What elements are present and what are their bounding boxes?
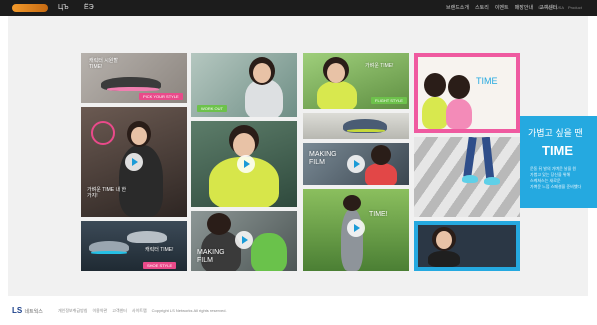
play-button[interactable] xyxy=(237,155,255,173)
promo-title: 가볍고 싶을 땐 xyxy=(528,128,583,138)
footer-logo-mark: LS xyxy=(12,306,23,315)
footer: LS 네트웍스 개인정보취급방침 이용약관 고객센터 사이트맵 Copyrigh… xyxy=(0,296,597,325)
leg-right xyxy=(481,137,495,180)
tile-caption: 캐릭터 TIME! xyxy=(145,247,174,253)
play-button[interactable] xyxy=(347,219,365,237)
footer-link-privacy[interactable]: 개인정보취급방침 xyxy=(58,308,87,314)
person-hair-2 xyxy=(448,75,470,99)
tile-man-outdoor[interactable]: 가벼운 TIME! FLIGHT STYLE xyxy=(303,53,409,109)
footer-link-sitemap[interactable]: 사이트맵 xyxy=(132,308,147,314)
tile-caption: MAKING FILM xyxy=(309,151,337,166)
person-face xyxy=(436,231,452,249)
play-button[interactable] xyxy=(125,153,143,171)
utility-link-product[interactable]: Product xyxy=(568,3,582,13)
shoe-left xyxy=(462,175,478,183)
nav-item-event[interactable]: 이벤트 xyxy=(495,3,509,13)
person-body-1 xyxy=(422,97,448,129)
highlight-circle xyxy=(91,121,115,145)
leg-left xyxy=(463,137,477,178)
tile-making-film-2[interactable]: MAKING FILM xyxy=(303,143,409,185)
tile-shoes-pink[interactable]: 캐릭터 시원할 TIME! PICK YOUR STYLE xyxy=(81,53,187,103)
sub-brand-logo-2[interactable]: ЁЭ xyxy=(84,4,94,12)
tile-shoes-blue[interactable]: 캐릭터 TIME! SHOE STYLE xyxy=(81,221,187,271)
tile-caption: 가벼운 TIME! xyxy=(365,63,394,69)
shoe-sole xyxy=(91,251,127,254)
promo-panel[interactable]: 가볍고 싶을 땐 TIME 운동 뒤 발의 가벼운 날을 원 가볍고 있는 당신… xyxy=(520,116,597,208)
sub-brand-logo-1[interactable]: ЦЪ xyxy=(58,4,69,12)
work-out-button[interactable]: WORK OUT xyxy=(197,105,227,112)
person-face xyxy=(327,63,345,83)
footer-link-support[interactable]: 고객센터 xyxy=(112,308,127,314)
nav-item-brand[interactable]: 브랜드소개 xyxy=(446,3,469,13)
shoe-accent xyxy=(347,129,385,132)
play-button[interactable] xyxy=(347,155,365,173)
brand-logo[interactable] xyxy=(12,4,48,12)
person-body xyxy=(341,209,363,271)
person-hair-1 xyxy=(424,73,446,97)
promo-body: 운동 뒤 발의 가벼운 날을 원 가볍고 있는 당신을 위해 스케쳐스는 새로운… xyxy=(530,166,582,189)
footer-copyright: Copyright LS Networks All rights reserve… xyxy=(151,308,227,313)
top-bar: ЦЪ ЁЭ 브랜드소개 스토리 이벤트 매장안내 고객센터 Skechers U… xyxy=(0,0,597,16)
person-body xyxy=(365,163,397,185)
tile-making-film-1[interactable]: MAKING FILM xyxy=(191,211,297,271)
promo-brand: TIME xyxy=(542,143,574,158)
footer-link-terms[interactable]: 이용약관 xyxy=(92,308,107,314)
tile-shoe-single[interactable] xyxy=(303,113,409,139)
person-body xyxy=(317,81,357,109)
shoe-image-2 xyxy=(127,231,167,243)
person-face xyxy=(253,63,271,83)
tile-woman-sport[interactable]: 가벼운 TIME 내 한가지! xyxy=(81,107,187,217)
utility-link-usa[interactable]: Skechers USA xyxy=(538,3,564,13)
footer-logo[interactable]: LS 네트웍스 xyxy=(12,306,43,315)
tile-caption: 가벼운 TIME 내 한가지! xyxy=(87,187,127,199)
tile-caption: MAKING FILM xyxy=(197,249,225,264)
tile-woman-walking[interactable]: TIME! xyxy=(303,189,409,271)
tile-legs-crosswalk[interactable] xyxy=(414,137,520,217)
play-button[interactable] xyxy=(235,231,253,249)
footer-logo-sub: 네트웍스 xyxy=(24,309,43,315)
tile-caption: 캐릭터 시원할 TIME! xyxy=(89,58,118,70)
tile-caption: TIME! xyxy=(369,211,388,218)
flight-style-button[interactable]: FLIGHT STYLE xyxy=(371,97,407,104)
tile-caption: TIME xyxy=(476,76,498,86)
person-hair xyxy=(343,195,361,211)
person-body-2 xyxy=(251,233,287,271)
person-hair xyxy=(371,145,391,165)
tile-woman-blue[interactable] xyxy=(414,221,520,271)
shoe-right xyxy=(484,177,500,185)
pick-style-button[interactable]: PICK YOUR STYLE xyxy=(139,93,183,100)
shoe-style-button[interactable]: SHOE STYLE xyxy=(143,262,177,269)
person-face xyxy=(233,133,255,157)
nav-item-store[interactable]: 매장안내 xyxy=(515,3,533,13)
tile-man-jacket[interactable] xyxy=(191,121,297,207)
person-face xyxy=(131,127,147,145)
nav-item-story[interactable]: 스토리 xyxy=(475,3,489,13)
person-hair xyxy=(207,213,231,235)
person-body-2 xyxy=(446,99,472,129)
utility-links: Skechers USA Product xyxy=(538,3,582,13)
person-body xyxy=(428,251,460,267)
tile-couple-pink[interactable]: TIME xyxy=(414,53,520,133)
footer-links: 개인정보취급방침 이용약관 고객센터 사이트맵 Copyright LS Net… xyxy=(58,308,227,314)
shoe-accent xyxy=(107,87,159,91)
tile-woman-workout[interactable]: WORK OUT xyxy=(191,53,297,117)
